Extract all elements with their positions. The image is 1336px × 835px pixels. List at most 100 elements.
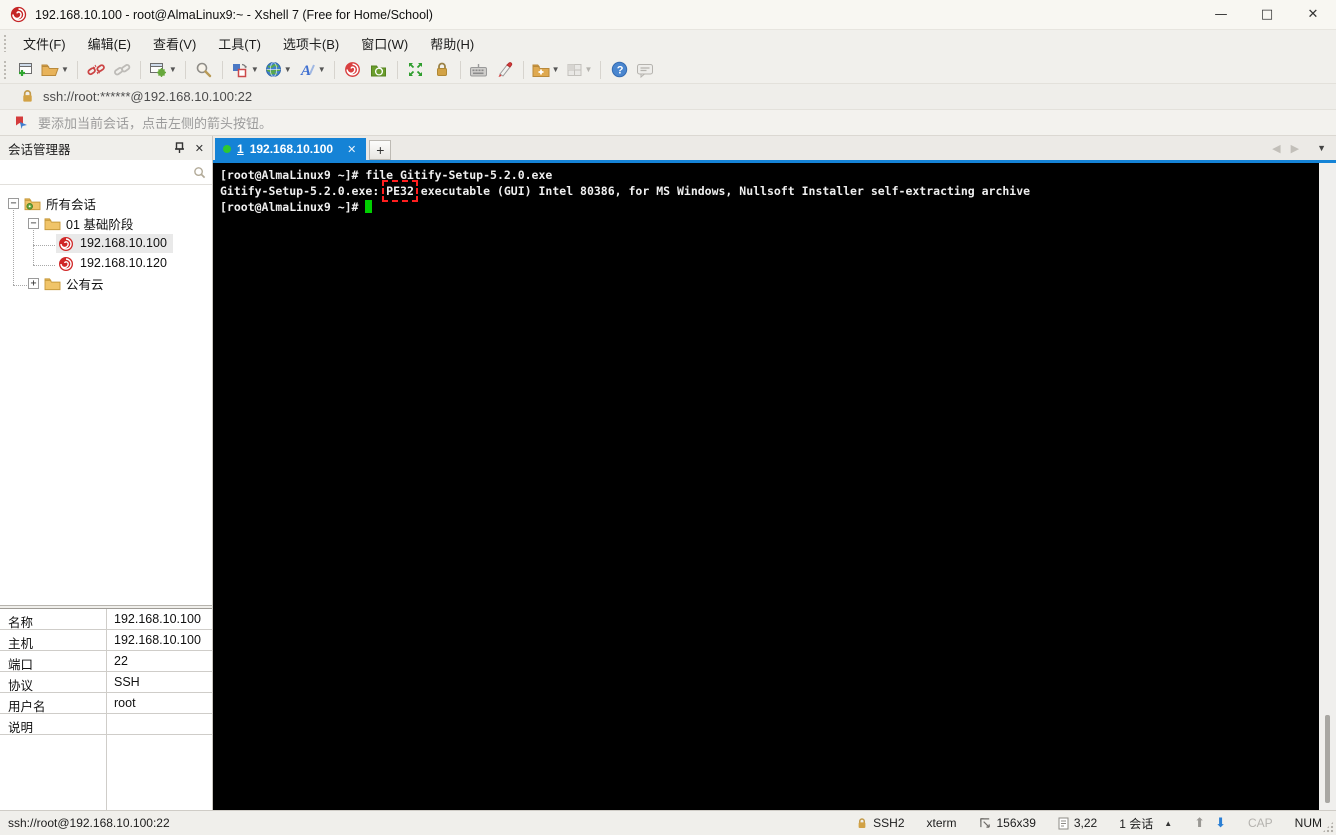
terminal-scrollbar[interactable] (1319, 163, 1336, 810)
highlighter-icon[interactable] (493, 58, 517, 82)
terminal-area[interactable]: [root@AlmaLinux9 ~]# file Gitify-Setup-5… (213, 163, 1319, 810)
tree-item-session-100[interactable]: 192.168.10.100 (56, 233, 173, 253)
prop-value: root (114, 696, 136, 710)
scroll-up-icon[interactable]: ⬆ (1194, 815, 1205, 831)
dropdown-caret-icon[interactable]: ▼ (61, 65, 69, 74)
collapse-icon[interactable]: − (28, 217, 39, 229)
minimize-button[interactable]: — (1198, 0, 1244, 30)
tab-scroll-left-icon[interactable]: ◀ (1272, 142, 1280, 155)
expand-icon[interactable]: + (28, 277, 39, 289)
feedback-icon[interactable] (633, 58, 657, 82)
toolbar-separator (333, 60, 335, 79)
encryption-label: SSH2 (873, 816, 905, 830)
pin-panel-icon[interactable] (174, 142, 185, 154)
disconnect-icon[interactable] (84, 58, 108, 82)
statusbar-session-url: ssh://root@192.168.10.100:22 (8, 816, 170, 830)
close-panel-icon[interactable]: ✕ (195, 142, 204, 155)
virtual-keyboard-icon[interactable] (467, 58, 491, 82)
window-resize-grip[interactable] (1322, 821, 1334, 833)
menu-window[interactable]: 窗口(W) (350, 30, 419, 56)
session-manager-title: 会话管理器 (8, 142, 71, 157)
new-session-icon[interactable] (13, 58, 37, 82)
prop-row-username: 用户名 root (0, 693, 212, 714)
folder-icon (44, 276, 61, 291)
session-list-caret-icon[interactable]: ▲ (1164, 819, 1172, 828)
prop-value (107, 714, 212, 734)
menu-tools[interactable]: 工具(T) (207, 30, 272, 56)
new-session-folder-icon[interactable]: ▼ (530, 58, 562, 82)
toolbar-separator (522, 60, 524, 79)
web-browser-icon[interactable]: ▼ (263, 58, 294, 82)
prop-value: 192.168.10.100 (114, 612, 201, 626)
prop-label: 说明 (0, 714, 107, 735)
collapse-icon[interactable]: − (8, 197, 19, 209)
reconnect-icon[interactable] (110, 58, 134, 82)
terminal-size[interactable]: 156x39 (979, 816, 1036, 830)
prop-label: 主机 (0, 630, 107, 651)
tile-windows-icon[interactable]: ▼ (564, 58, 595, 82)
cursor-pos-label: 3,22 (1073, 816, 1098, 830)
tab-close-icon[interactable]: ✕ (347, 143, 356, 156)
add-session-flag-icon[interactable] (14, 115, 30, 131)
toolbar-separator (221, 60, 223, 79)
prop-row-port: 端口 22 (0, 651, 212, 672)
prop-value: 22 (114, 654, 128, 668)
tree-label: 192.168.10.120 (80, 256, 167, 270)
font-icon[interactable]: A ▼ (296, 58, 328, 82)
tab-scroll-right-icon[interactable]: ▶ (1291, 142, 1299, 155)
menu-tab[interactable]: 选项卡(B) (272, 30, 350, 56)
new-tab-button[interactable]: + (369, 140, 392, 160)
xshell-launch-icon[interactable] (341, 58, 365, 82)
session-url[interactable]: ssh://root:******@192.168.10.100:22 (43, 89, 252, 104)
session-properties-icon[interactable]: ▼ (147, 58, 179, 82)
session-search-input[interactable] (0, 160, 193, 184)
dropdown-caret-icon[interactable]: ▼ (585, 65, 593, 74)
tree-label: 公有云 (66, 277, 104, 292)
dropdown-caret-icon[interactable]: ▼ (251, 65, 259, 74)
prop-label: 用户名 (0, 693, 107, 714)
size-label: 156x39 (996, 816, 1036, 830)
lock-screen-icon[interactable] (430, 58, 454, 82)
menubar-grip[interactable] (3, 33, 8, 53)
tree-item-folder-01[interactable]: − 01 基础阶段 (28, 213, 133, 233)
cursor-position[interactable]: 3,22 (1058, 816, 1097, 830)
menu-view[interactable]: 查看(V) (142, 30, 207, 56)
maximize-button[interactable]: □ (1244, 0, 1290, 30)
session-count-label: 1 会话 (1119, 816, 1154, 831)
scroll-down-icon[interactable]: ⬇ (1215, 815, 1226, 831)
xftp-transfer-icon[interactable] (367, 58, 391, 82)
xshell-session-icon (58, 256, 75, 271)
tree-item-session-120[interactable]: 192.168.10.120 (58, 253, 167, 273)
tab-list-dropdown-icon[interactable]: ▼ (1317, 143, 1326, 153)
dropdown-caret-icon[interactable]: ▼ (284, 65, 292, 74)
session-manager-header: 会话管理器 ✕ (0, 136, 213, 160)
menu-help[interactable]: 帮助(H) (419, 30, 485, 56)
encryption-status[interactable]: SSH2 (856, 816, 905, 830)
open-session-folder-icon[interactable]: ▼ (39, 58, 71, 82)
help-icon[interactable]: ? (607, 58, 631, 82)
prop-row-name: 名称 192.168.10.100 (0, 609, 212, 630)
toolbar-grip[interactable] (3, 60, 8, 79)
scrollbar-thumb[interactable] (1325, 715, 1330, 803)
ssh-lock-icon (858, 817, 866, 828)
dropdown-caret-icon[interactable]: ▼ (318, 65, 326, 74)
close-button[interactable]: ✕ (1290, 0, 1336, 30)
color-scheme-icon[interactable]: ▼ (229, 58, 261, 82)
session-count[interactable]: 1 会话 ▲ (1119, 815, 1172, 832)
fullscreen-icon[interactable] (404, 58, 428, 82)
num-lock-indicator: NUM (1294, 816, 1322, 830)
folder-icon (44, 216, 61, 231)
window-title: 192.168.10.100 - root@AlmaLinux9:~ - Xsh… (35, 7, 433, 22)
dropdown-caret-icon[interactable]: ▼ (169, 65, 177, 74)
search-icon[interactable] (193, 166, 206, 179)
address-bar[interactable]: ssh://root:******@192.168.10.100:22 (0, 84, 1336, 110)
tree-item-folder-cloud[interactable]: + 公有云 (28, 273, 104, 293)
tab-session-active[interactable]: 1 192.168.10.100 ✕ (215, 138, 367, 160)
tree-item-all-sessions[interactable]: − 所有会话 (8, 193, 96, 213)
terminal-type[interactable]: xterm (927, 816, 957, 830)
tab-index: 1 (237, 142, 244, 156)
dropdown-caret-icon[interactable]: ▼ (552, 65, 560, 74)
find-icon[interactable] (192, 58, 216, 82)
menu-edit[interactable]: 编辑(E) (77, 30, 142, 56)
menu-file[interactable]: 文件(F) (12, 30, 77, 56)
